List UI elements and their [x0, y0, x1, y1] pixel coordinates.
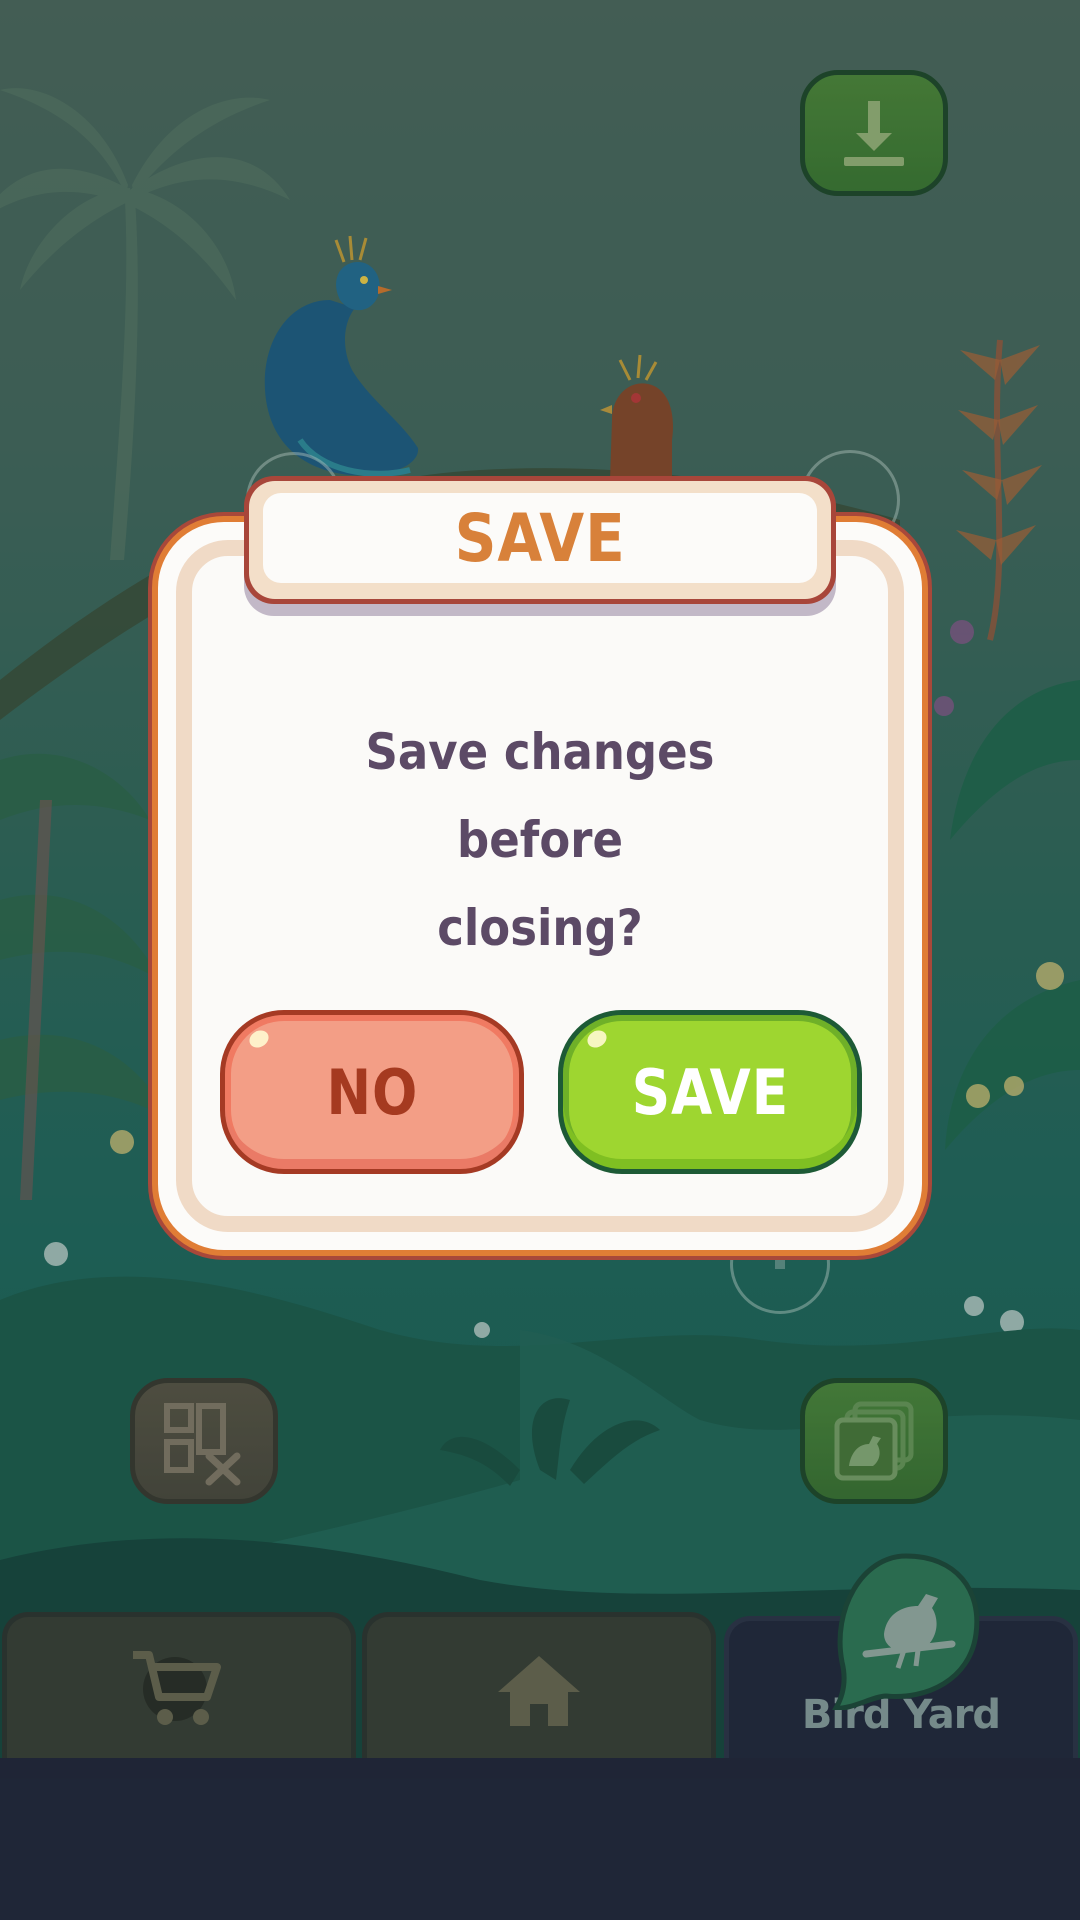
- no-button[interactable]: NO: [220, 1010, 524, 1174]
- save-button-label: SAVE: [631, 1055, 789, 1129]
- save-button[interactable]: SAVE: [558, 1010, 862, 1174]
- dialog-message-line2: closing?: [437, 899, 643, 957]
- no-button-label: NO: [326, 1055, 418, 1129]
- dialog-message-line1: Save changes before: [365, 723, 715, 869]
- dialog-title-plate: SAVE: [244, 476, 836, 604]
- dialog-title: SAVE: [454, 499, 626, 577]
- dialog-message: Save changes before closing?: [288, 708, 792, 972]
